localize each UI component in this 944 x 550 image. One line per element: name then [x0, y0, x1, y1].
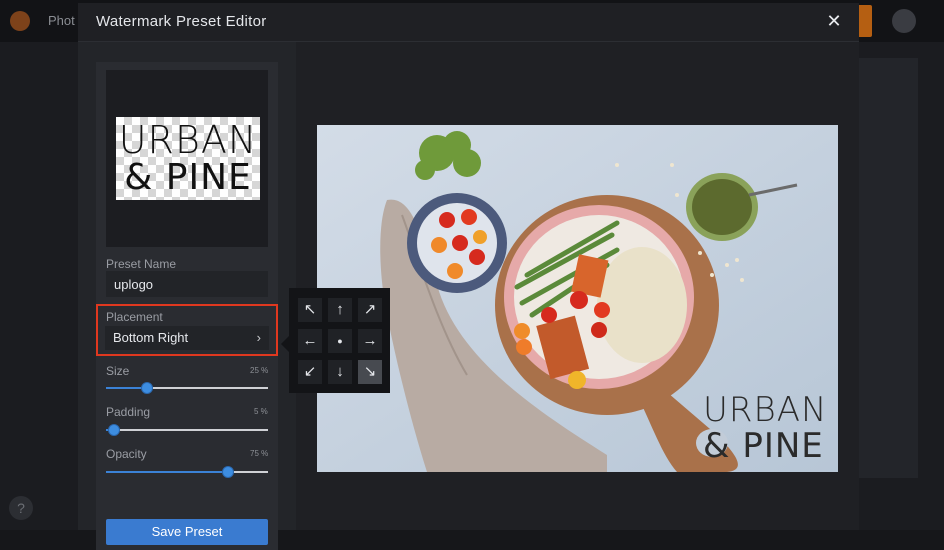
watermark-overlay: URBAN & PINE [703, 393, 827, 465]
placement-top-right-button[interactable]: ↗ [358, 298, 382, 322]
opacity-slider[interactable] [106, 471, 268, 473]
background-panel [858, 58, 918, 478]
size-slider-thumb[interactable] [140, 382, 153, 394]
placement-select[interactable]: Bottom Right › [105, 326, 269, 350]
user-avatar[interactable] [892, 9, 916, 33]
padding-slider[interactable] [106, 429, 268, 431]
watermark-line2: & PINE [703, 426, 824, 466]
opacity-value: 75 % [250, 449, 269, 458]
preset-card: URBAN & PINE Preset Name Placement Botto… [96, 62, 278, 550]
padding-value: 5 % [254, 407, 268, 416]
placement-bottom-center-button[interactable]: ↓ [328, 360, 352, 384]
placement-top-center-button[interactable]: ↑ [328, 298, 352, 322]
placement-label: Placement [106, 310, 163, 324]
placement-middle-left-button[interactable]: ← [298, 329, 322, 353]
app-title: Phot [48, 13, 75, 28]
modal-header: Watermark Preset Editor ✕ [78, 3, 859, 42]
preset-name-label: Preset Name [106, 257, 177, 271]
placement-top-left-button[interactable]: ↖ [298, 298, 322, 322]
opacity-slider-thumb[interactable] [221, 466, 234, 478]
size-slider[interactable] [106, 387, 268, 389]
help-icon[interactable]: ? [9, 496, 33, 520]
placement-center-button[interactable]: ● [328, 329, 352, 353]
watermark-line1: URBAN [703, 390, 828, 430]
padding-label: Padding [106, 405, 151, 419]
placement-middle-right-button[interactable]: → [358, 329, 382, 353]
logo-line2: & PINE [124, 156, 252, 198]
placement-bottom-left-button[interactable]: ↙ [298, 360, 322, 384]
placement-bottom-right-button[interactable]: ↘ [358, 360, 382, 384]
opacity-slider-fill [106, 471, 228, 473]
save-preset-button[interactable]: Save Preset [106, 519, 268, 545]
app-logo-icon [10, 11, 30, 31]
logo-line1: URBAN [118, 117, 258, 162]
opacity-label: Opacity [106, 447, 147, 461]
size-value: 25 % [250, 366, 269, 375]
close-icon[interactable]: ✕ [824, 11, 844, 31]
placement-popover: ↖ ↑ ↗ ← ● → ↙ ↓ ↘ [281, 288, 390, 393]
popover-arrow [281, 336, 289, 352]
chevron-right-icon: › [256, 330, 261, 345]
padding-slider-thumb[interactable] [108, 424, 121, 436]
size-label: Size [106, 364, 130, 378]
logo-image: URBAN & PINE [116, 117, 260, 200]
modal-title: Watermark Preset Editor [96, 13, 267, 30]
watermark-editor-modal: Watermark Preset Editor ✕ URBAN & PINE P… [78, 3, 859, 550]
preview-photo: URBAN & PINE [317, 125, 838, 472]
preset-name-input[interactable] [106, 271, 268, 297]
placement-value: Bottom Right [113, 330, 189, 345]
logo-preview: URBAN & PINE [106, 70, 268, 247]
settings-sidebar: URBAN & PINE Preset Name Placement Botto… [78, 42, 296, 550]
